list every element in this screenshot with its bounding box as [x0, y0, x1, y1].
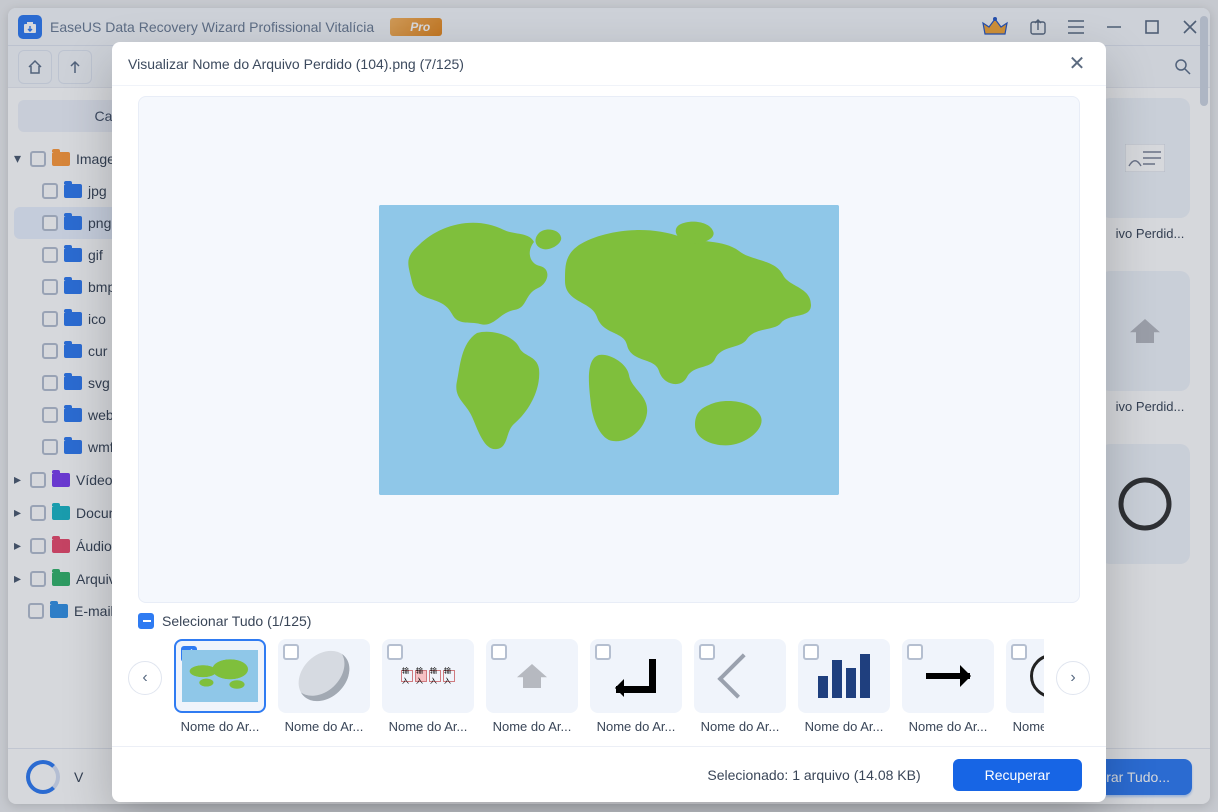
thumbnail-checkbox[interactable]: [491, 644, 507, 660]
thumbnail-label: Nome do Ar...: [486, 719, 578, 734]
thumbnail[interactable]: Nome do Ar...: [694, 639, 786, 734]
thumbnail-image[interactable]: i: [1006, 639, 1044, 713]
thumbnail-checkbox[interactable]: [595, 644, 611, 660]
preview-image: [379, 205, 839, 495]
thumbnail-image[interactable]: [590, 639, 682, 713]
thumbnail-checkbox[interactable]: [803, 644, 819, 660]
thumbnail-image[interactable]: [278, 639, 370, 713]
thumbnail-image[interactable]: [694, 639, 786, 713]
thumbnail[interactable]: 输入输入输入输入 Nome do Ar...: [382, 639, 474, 734]
preview-area: [138, 96, 1080, 603]
thumbnail-label: Nome do Ar...: [382, 719, 474, 734]
thumbnail-checkbox[interactable]: [283, 644, 299, 660]
thumbnail-checkbox[interactable]: [907, 644, 923, 660]
modal-header: Visualizar Nome do Arquivo Perdido (104)…: [112, 42, 1106, 86]
thumbnail-image[interactable]: [486, 639, 578, 713]
filmstrip-next-button[interactable]: ›: [1056, 661, 1090, 695]
modal-title: Visualizar Nome do Arquivo Perdido (104)…: [128, 56, 464, 72]
thumbnail-label: Nome do Ar...: [590, 719, 682, 734]
modal-footer: Selecionado: 1 arquivo (14.08 KB) Recupe…: [112, 746, 1106, 802]
thumbnail[interactable]: Nome do Ar...: [278, 639, 370, 734]
thumbnail-label: Nome do Ar...: [902, 719, 994, 734]
thumbnail-image[interactable]: [798, 639, 890, 713]
filmstrip-prev-button[interactable]: ‹: [128, 661, 162, 695]
thumbnail-image[interactable]: [902, 639, 994, 713]
thumbnail[interactable]: Nome do Ar...: [798, 639, 890, 734]
thumbnail-label: Nome do Ar...: [174, 719, 266, 734]
filmstrip: ‹ Nome do Ar... Nome do Ar... 输入输入输入输入 Nome…: [112, 633, 1106, 746]
thumbnail-label: Nome do Ar...: [278, 719, 370, 734]
thumbnail[interactable]: Nome do Ar...: [902, 639, 994, 734]
thumbnail-checkbox[interactable]: [1011, 644, 1027, 660]
thumbnail-label: Nome do Ar...: [798, 719, 890, 734]
select-all-checkbox[interactable]: [138, 613, 154, 629]
select-all-label: Selecionar Tudo (1/125): [162, 613, 311, 629]
thumbnail[interactable]: Nome do Ar...: [590, 639, 682, 734]
modal-close-button[interactable]: ✕: [1064, 51, 1090, 77]
thumbnail-checkbox[interactable]: [699, 644, 715, 660]
recover-button[interactable]: Recuperar: [953, 759, 1082, 791]
thumbnail[interactable]: Nome do Ar...: [486, 639, 578, 734]
thumbnail-label: Nome do Ar...: [694, 719, 786, 734]
thumbnail[interactable]: i Nome do Ar...: [1006, 639, 1044, 734]
thumbnail-image[interactable]: [174, 639, 266, 713]
preview-modal: Visualizar Nome do Arquivo Perdido (104)…: [112, 42, 1106, 802]
thumbnail[interactable]: Nome do Ar...: [174, 639, 266, 734]
thumbnail-label: Nome do Ar...: [1006, 719, 1044, 734]
selection-status: Selecionado: 1 arquivo (14.08 KB): [707, 767, 920, 783]
thumbnail-image[interactable]: 输入输入输入输入: [382, 639, 474, 713]
thumbnail-checkbox[interactable]: [387, 644, 403, 660]
select-all-row[interactable]: Selecionar Tudo (1/125): [112, 609, 1106, 633]
